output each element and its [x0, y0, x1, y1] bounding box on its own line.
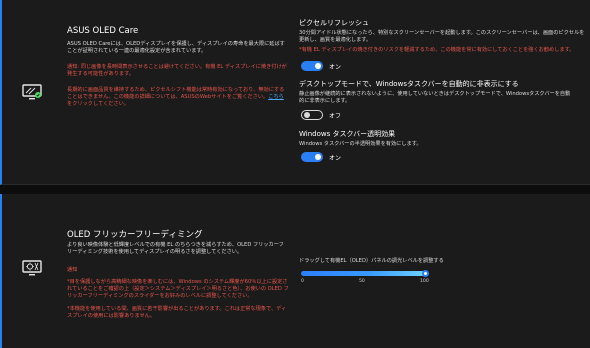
- link-suffix: をクリックしてください。: [67, 101, 129, 108]
- slider-tick-50: 50: [359, 279, 365, 284]
- flicker-free-warning-2: *本機能を使用している間、画質に若干影響が出ることがあります。これは正常な現象で…: [67, 306, 287, 320]
- oled-care-panel: ASUS OLED Care ASUS OLED Careには、OLEDディスプ…: [0, 0, 590, 185]
- pixel-refresh-title: ピクセルリフレッシュ: [299, 19, 369, 27]
- flicker-free-title: OLED フリッカーフリーディミング: [67, 230, 203, 240]
- taskbar-transparency-desc: Windows タスクバーの半透明効果を有効にします。: [299, 141, 422, 147]
- taskbar-hide-desc-1: 静止画像が継続的に表示されないように、使用していないときはデスクトップモードで、…: [299, 91, 571, 97]
- slider-tick-100: 100: [420, 279, 429, 284]
- taskbar-hide-title: デスクトップモードで、Windowsタスクバーを自動的に非表示にする: [299, 80, 519, 88]
- taskbar-transparency-toggle[interactable]: [301, 152, 323, 162]
- taskbar-hide-toggle[interactable]: [301, 110, 323, 120]
- monitor-sparkle-icon: [22, 84, 42, 105]
- dimming-slider-track[interactable]: [301, 271, 427, 276]
- pixel-refresh-toggle[interactable]: [301, 61, 323, 71]
- dimming-slider-thumb[interactable]: [422, 270, 429, 277]
- pixel-shift-text: 長期的に画面品質を維持するため、ピクセルシフト機能は常時有効になっており、無効に…: [67, 87, 285, 101]
- dimming-slider-label: ドラッグして有機EL（OLED）パネルの調光レベルを調整する: [299, 258, 444, 264]
- toggle-knob: [315, 63, 321, 69]
- asus-website-link[interactable]: こちら: [268, 94, 284, 100]
- taskbar-hide-toggle-label: オフ: [329, 113, 342, 120]
- oled-care-description: ASUS OLED Careには、OLEDディスプレイを保護し、ディスプレイの寿…: [67, 41, 285, 55]
- oled-care-title: ASUS OLED Care: [67, 26, 139, 36]
- toggle-knob: [315, 154, 321, 160]
- monitor-dim-icon: [22, 260, 42, 281]
- slider-tick-0: 0: [301, 279, 304, 284]
- taskbar-transparency-toggle-label: オン: [329, 155, 342, 162]
- toggle-knob: [304, 112, 310, 118]
- flicker-free-notice-label: 通知: [67, 267, 78, 273]
- pixel-refresh-toggle-label: オン: [329, 64, 342, 71]
- pixel-shift-note: 長期的に画面品質を維持するため、ピクセルシフト機能は常時有効になっており、無効に…: [67, 87, 287, 109]
- flicker-free-description: より良い映像体験と低輝度レベルでの有機 EL のちらつきを減らすため、OLED …: [67, 242, 284, 256]
- pixel-refresh-desc-1: 30分間アイドル状態になったら、特別なスクリーンセーバーを起動します。このスクリ…: [299, 30, 585, 36]
- taskbar-hide-desc-2: 的に非表示にします。: [299, 98, 351, 104]
- pixel-refresh-desc-2: 更新し、画質を最適化します。: [299, 37, 372, 43]
- oled-care-warning: 通知: 同じ画像を長時間表示させることは避けてください。有機 EL ディスプレイ…: [67, 64, 287, 78]
- flicker-free-panel: OLED フリッカーフリーディミング より良い映像体験と低輝度レベルでの有機 E…: [0, 194, 590, 348]
- flicker-free-warning-1: *目を保護しながら高精細な映像を楽しむには、Windows のシステム輝度が60…: [67, 279, 289, 300]
- pixel-refresh-warning: *有機 EL ディスプレイの焼き付きのリスクを軽減するため、この機能を常に有効に…: [299, 47, 575, 53]
- taskbar-transparency-title: Windows タスクバー透明効果: [299, 130, 396, 138]
